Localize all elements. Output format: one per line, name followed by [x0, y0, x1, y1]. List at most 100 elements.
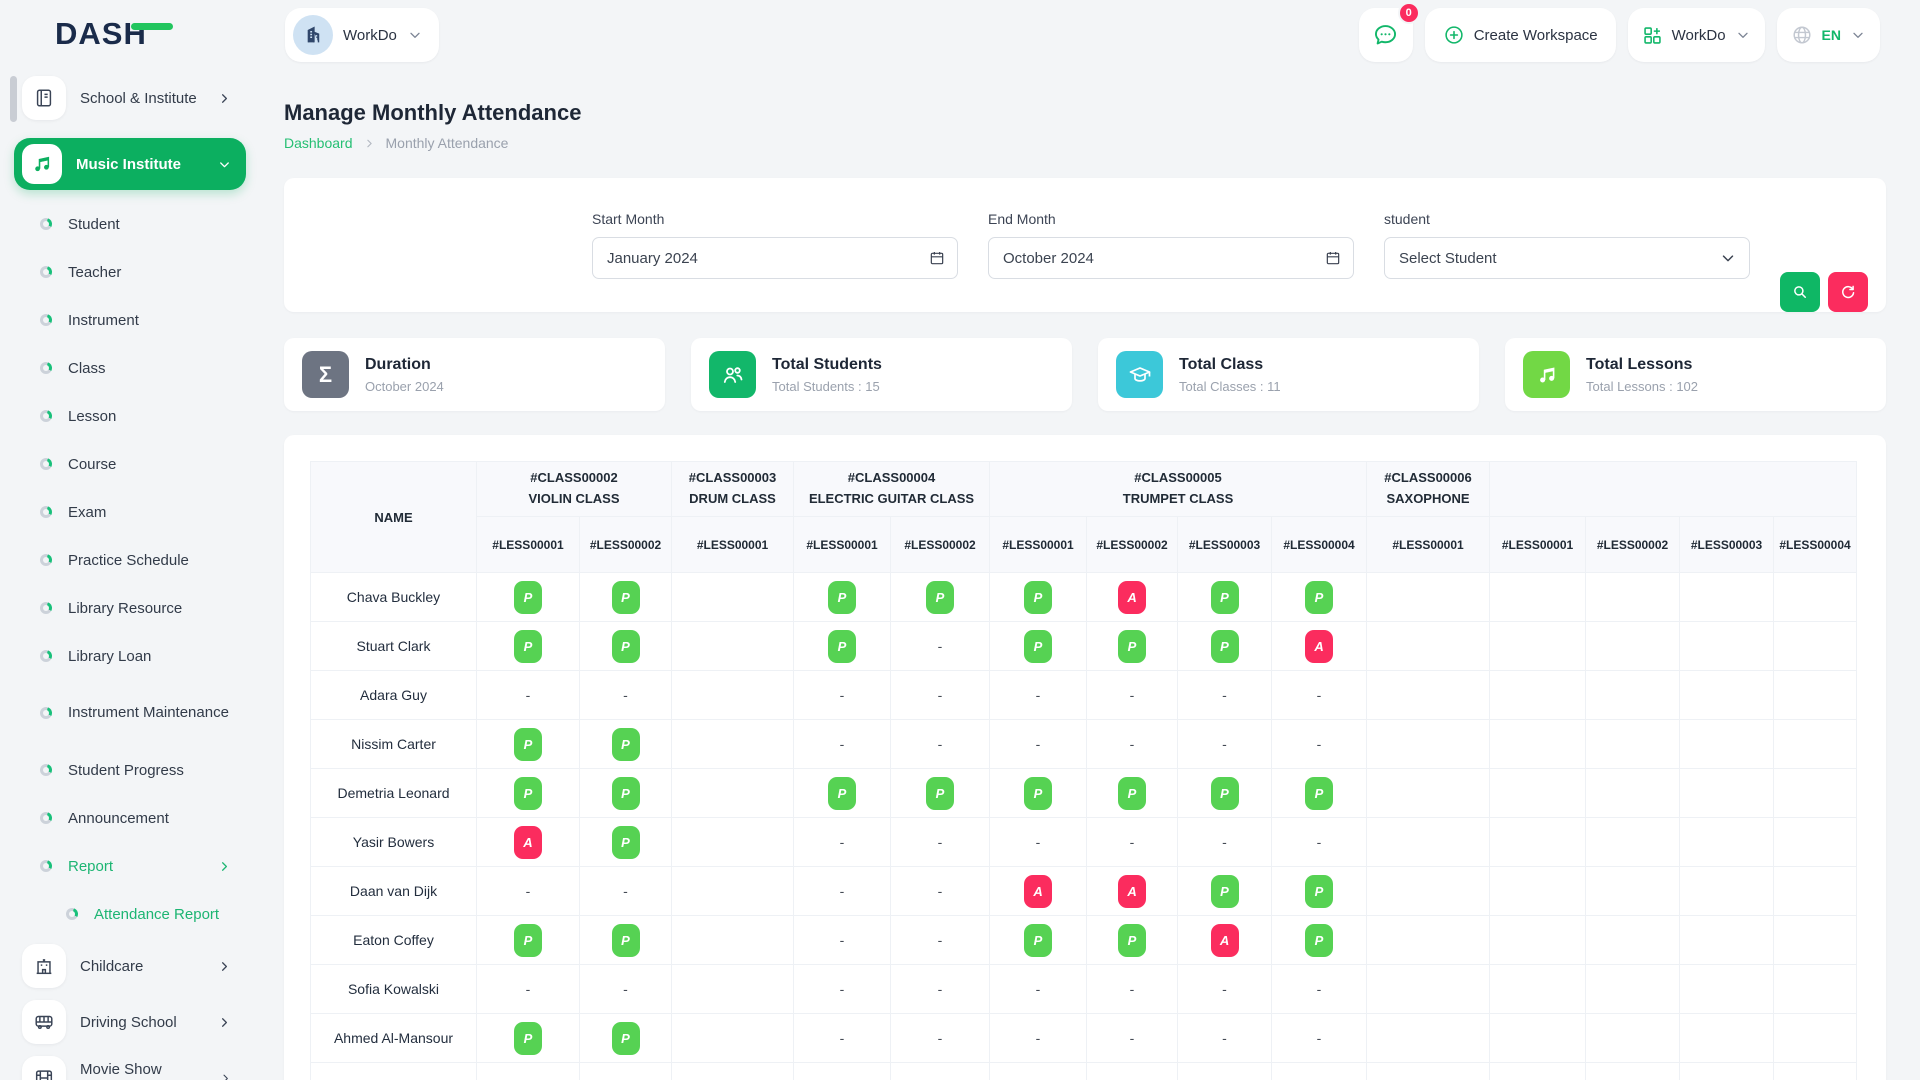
search-button[interactable]: [1780, 272, 1820, 312]
attendance-cell: P: [477, 769, 580, 818]
attendance-badge-present: P: [1305, 875, 1333, 908]
no-attendance-dash: -: [580, 867, 672, 916]
sidebar-item-report[interactable]: Report: [14, 842, 246, 890]
empty-cell: [1774, 769, 1857, 818]
no-attendance-dash: -: [1087, 1014, 1178, 1063]
chevron-right-icon: [363, 137, 376, 150]
end-month-input[interactable]: [988, 237, 1354, 279]
attendance-cell: P: [477, 916, 580, 965]
empty-cell: [1774, 867, 1857, 916]
empty-cell: [1087, 1063, 1178, 1080]
attendance-badge-present: P: [926, 581, 954, 614]
attendance-badge-present: P: [1024, 924, 1052, 957]
sidebar-item-practice-schedule[interactable]: Practice Schedule: [14, 536, 246, 584]
attendance-cell: P: [477, 622, 580, 671]
student-name-cell: Adara Guy: [311, 671, 477, 720]
breadcrumb-dashboard-link[interactable]: Dashboard: [284, 135, 353, 151]
sidebar-item-label: Attendance Report: [94, 906, 227, 923]
dot-icon: [40, 764, 52, 776]
empty-cell: [672, 1014, 794, 1063]
create-workspace-button[interactable]: Create Workspace: [1425, 8, 1616, 62]
empty-cell: [1586, 965, 1680, 1014]
class-header: #CLASS00002VIOLIN CLASS: [477, 462, 672, 517]
workspace-name: WorkDo: [343, 27, 397, 44]
no-attendance-dash: -: [1272, 1014, 1367, 1063]
app-logo[interactable]: DASH: [55, 16, 173, 52]
no-attendance-dash: -: [1087, 720, 1178, 769]
attendance-badge-present: P: [1305, 777, 1333, 810]
messages-button[interactable]: 0: [1359, 8, 1413, 62]
students-icon: [709, 351, 756, 398]
dot-icon: [40, 506, 52, 518]
no-attendance-dash: -: [477, 671, 580, 720]
building-icon: [302, 24, 324, 46]
sidebar-item-course[interactable]: Course: [14, 440, 246, 488]
sidebar-scrollbar-thumb[interactable]: [10, 76, 17, 122]
empty-cell: [1367, 965, 1490, 1014]
empty-cell: [1680, 769, 1774, 818]
empty-cell: [1774, 622, 1857, 671]
logo-text: DASH: [55, 16, 147, 51]
attendance-badge-absent: A: [514, 826, 542, 859]
lesson-header: #LESS00003: [1178, 517, 1272, 573]
lesson-header: #LESS00001: [1490, 517, 1586, 573]
sidebar-item-driving-school[interactable]: Driving School: [14, 994, 246, 1050]
empty-cell: [1586, 1014, 1680, 1063]
sidebar-item-music-institute[interactable]: Music Institute: [14, 138, 246, 190]
no-attendance-dash: -: [794, 1014, 891, 1063]
lesson-header: #LESS00002: [580, 517, 672, 573]
sidebar-item-instrument-maintenance[interactable]: Instrument Maintenance: [14, 680, 246, 746]
stat-card-total-class: Total Class Total Classes : 11: [1098, 338, 1479, 411]
no-attendance-dash: -: [794, 671, 891, 720]
attendance-badge-present: P: [1211, 581, 1239, 614]
sidebar-item-library-loan[interactable]: Library Loan: [14, 632, 246, 680]
workdo-menu-button[interactable]: WorkDo: [1628, 8, 1765, 62]
no-attendance-dash: -: [990, 818, 1087, 867]
reset-button[interactable]: [1828, 272, 1868, 312]
attendance-badge-present: P: [514, 1022, 542, 1055]
empty-cell: [1774, 818, 1857, 867]
sidebar-item-teacher[interactable]: Teacher: [14, 248, 246, 296]
name-column-header: NAME: [311, 462, 477, 573]
language-selector[interactable]: EN: [1777, 8, 1880, 62]
empty-cell: [1680, 916, 1774, 965]
sidebar-item-announcement[interactable]: Announcement: [14, 794, 246, 842]
attendance-badge-present: P: [612, 777, 640, 810]
no-attendance-dash: -: [794, 965, 891, 1014]
empty-cell: [1586, 818, 1680, 867]
sidebar-item-lesson[interactable]: Lesson: [14, 392, 246, 440]
page-title: Manage Monthly Attendance: [284, 100, 1886, 126]
attendance-cell: P: [891, 573, 990, 622]
attendance-badge-present: P: [514, 924, 542, 957]
no-attendance-dash: -: [891, 720, 990, 769]
table-row: Ahmed Al-MansourPP------: [311, 1014, 1857, 1063]
sidebar-item-class[interactable]: Class: [14, 344, 246, 392]
empty-cell: [1367, 573, 1490, 622]
sidebar-item-attendance-report[interactable]: Attendance Report: [14, 890, 246, 938]
chevron-down-icon: [1719, 249, 1737, 267]
empty-cell: [1680, 1063, 1774, 1080]
attendance-badge-present: P: [612, 630, 640, 663]
empty-cell: [672, 916, 794, 965]
student-select[interactable]: Select Student: [1384, 237, 1750, 279]
sidebar-item-student-progress[interactable]: Student Progress: [14, 746, 246, 794]
dot-icon: [40, 362, 52, 374]
sidebar-item-exam[interactable]: Exam: [14, 488, 246, 536]
sidebar-item-movie-show-booking[interactable]: Movie Show Booking: [14, 1050, 246, 1080]
no-attendance-dash: -: [1272, 818, 1367, 867]
sidebar-item-instrument[interactable]: Instrument: [14, 296, 246, 344]
dot-icon: [40, 554, 52, 566]
sidebar-item-student[interactable]: Student: [14, 200, 246, 248]
main-content: Manage Monthly Attendance Dashboard Mont…: [284, 70, 1886, 1080]
empty-cell: [1490, 720, 1586, 769]
sidebar-item-library-resource[interactable]: Library Resource: [14, 584, 246, 632]
no-attendance-dash: -: [1178, 965, 1272, 1014]
sidebar-item-childcare[interactable]: Childcare: [14, 938, 246, 994]
sidebar-item-school-institute[interactable]: School & Institute: [14, 70, 246, 126]
lesson-header: #LESS00001: [794, 517, 891, 573]
workspace-switcher[interactable]: WorkDo: [285, 8, 439, 62]
plus-circle-icon: [1443, 24, 1465, 46]
school-institute-icon: [22, 76, 66, 120]
empty-cell: [1680, 867, 1774, 916]
start-month-input[interactable]: [592, 237, 958, 279]
